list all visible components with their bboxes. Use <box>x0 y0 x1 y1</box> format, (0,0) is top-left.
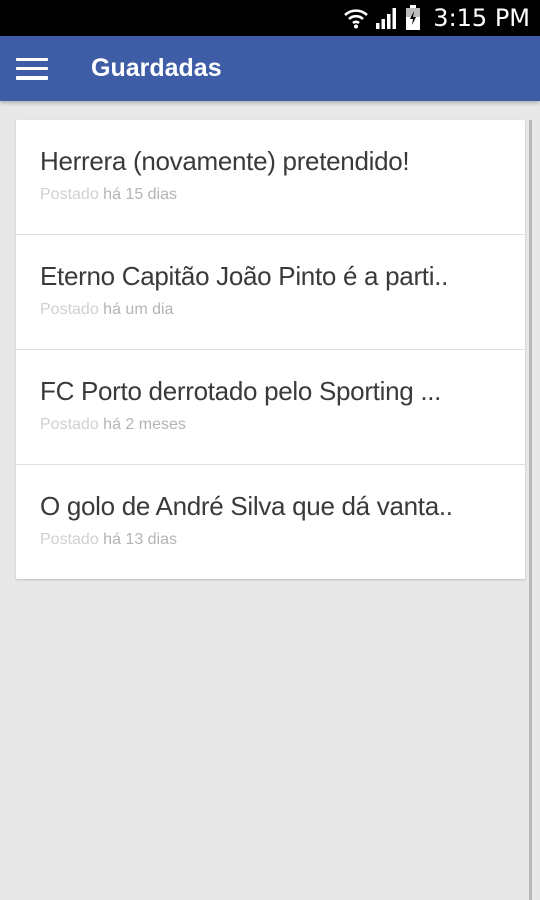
item-meta: Postado há um dia <box>40 301 501 319</box>
saved-list: Herrera (novamente) pretendido! Postado … <box>16 120 525 579</box>
battery-icon <box>405 5 421 31</box>
item-title: Eterno Capitão João Pinto é a parti.. <box>40 261 449 291</box>
app-bar: Guardadas <box>0 36 540 101</box>
item-meta: Postado há 13 dias <box>40 531 501 549</box>
posted-ago: há um dia <box>103 301 174 318</box>
item-title: FC Porto derrotado pelo Sporting ... <box>40 376 442 406</box>
status-time: 3:15 PM <box>433 4 530 32</box>
signal-icon <box>375 6 399 30</box>
posted-label: Postado <box>40 186 99 203</box>
list-item[interactable]: FC Porto derrotado pelo Sporting ... Pos… <box>16 350 525 465</box>
item-meta: Postado há 2 meses <box>40 416 501 434</box>
status-bar: 3:15 PM <box>0 0 540 36</box>
menu-button[interactable] <box>2 36 62 101</box>
list-item[interactable]: Herrera (novamente) pretendido! Postado … <box>16 120 525 235</box>
menu-icon <box>16 57 48 80</box>
page-title: Guardadas <box>91 54 222 82</box>
posted-label: Postado <box>40 301 99 318</box>
wifi-icon <box>343 6 369 30</box>
scrollbar[interactable] <box>529 120 532 900</box>
item-meta: Postado há 15 dias <box>40 186 501 204</box>
posted-ago: há 15 dias <box>103 186 178 203</box>
posted-ago: há 13 dias <box>103 531 178 548</box>
list-item[interactable]: Eterno Capitão João Pinto é a parti.. Po… <box>16 235 525 350</box>
item-title: Herrera (novamente) pretendido! <box>40 146 410 176</box>
posted-label: Postado <box>40 531 99 548</box>
posted-label: Postado <box>40 416 99 433</box>
item-title: O golo de André Silva que dá vanta.. <box>40 491 453 521</box>
posted-ago: há 2 meses <box>103 416 186 433</box>
list-item[interactable]: O golo de André Silva que dá vanta.. Pos… <box>16 465 525 579</box>
